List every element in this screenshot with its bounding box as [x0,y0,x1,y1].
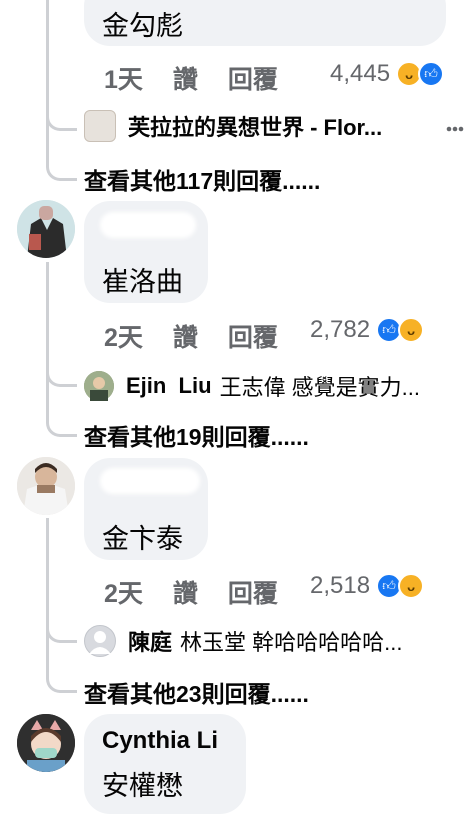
comment-meta: 2天 讚 回覆 [104,318,278,354]
thread-connector [46,662,77,693]
comment-time: 1天 [104,66,143,94]
thread-connector [46,100,77,131]
reaction-summary[interactable]: 2,518 👍︎ ᴗ [310,572,425,600]
view-more-replies[interactable]: 查看其他117則回覆...... [84,162,320,196]
comment-text: 金卞泰 [102,524,183,554]
comment-text: 金勾彪 [102,11,183,41]
avatar[interactable] [17,200,75,258]
thread-connector [46,356,77,387]
thread-connector [46,406,77,437]
haha-reaction-icon: ᴗ [398,573,425,599]
like-button[interactable]: 讚 [173,574,198,610]
like-button[interactable]: 讚 [173,60,198,96]
reaction-summary[interactable]: 4,445 ᴗ 👍︎ [330,60,445,88]
thread-connector [46,612,77,643]
thread-line [46,262,49,412]
reaction-summary[interactable]: 2,782 👍︎ ᴗ [310,316,425,344]
reply-button[interactable]: 回覆 [228,60,278,96]
author-name[interactable]: Cynthia Li [102,727,218,755]
author-name[interactable] [100,212,196,238]
thread-line [46,0,49,160]
reply-author[interactable]: Ejin Liu [126,373,212,399]
comment-time: 2天 [104,324,143,352]
reply-button[interactable]: 回覆 [228,318,278,354]
avatar[interactable] [17,714,75,772]
view-more-replies[interactable]: 查看其他23則回覆...... [84,675,309,709]
reply-text: 王志偉 感覺是實力... [219,375,421,400]
reaction-count: 4,445 [330,60,391,87]
more-options-icon[interactable] [446,122,464,134]
avatar [84,371,114,401]
comment-text: 安權懋 [102,771,183,801]
like-button[interactable]: 讚 [173,318,198,354]
reply-preview[interactable]: 芙拉拉的異想世界 - Flor... [84,110,424,142]
comment-meta: 1天 讚 回覆 [104,60,278,96]
author-name[interactable] [100,468,200,494]
reaction-count: 2,518 [310,572,371,599]
avatar [84,625,116,657]
reply-author[interactable]: 芙拉拉的異想世界 - Flor... [128,110,382,142]
comment-time: 2天 [104,580,143,608]
haha-reaction-icon: ᴗ [398,317,425,343]
avatar[interactable] [17,457,75,515]
reply-button[interactable]: 回覆 [228,574,278,610]
reply-text: 林玉堂 幹哈哈哈哈哈... [180,630,403,655]
thread-connector [46,150,77,181]
avatar [84,110,116,142]
reply-author[interactable]: 陳庭 [128,625,172,657]
reply-preview[interactable]: Ejin Liu 王志偉 感覺是實力... [84,370,454,402]
comment-meta: 2天 讚 回覆 [104,574,278,610]
like-reaction-icon: 👍︎ [418,61,445,87]
thread-line [46,518,49,668]
reply-preview[interactable]: 陳庭 林玉堂 幹哈哈哈哈哈... [84,625,454,657]
reaction-count: 2,782 [310,316,371,343]
view-more-replies[interactable]: 查看其他19則回覆...... [84,418,309,452]
comment-text: 崔洛曲 [102,267,183,297]
